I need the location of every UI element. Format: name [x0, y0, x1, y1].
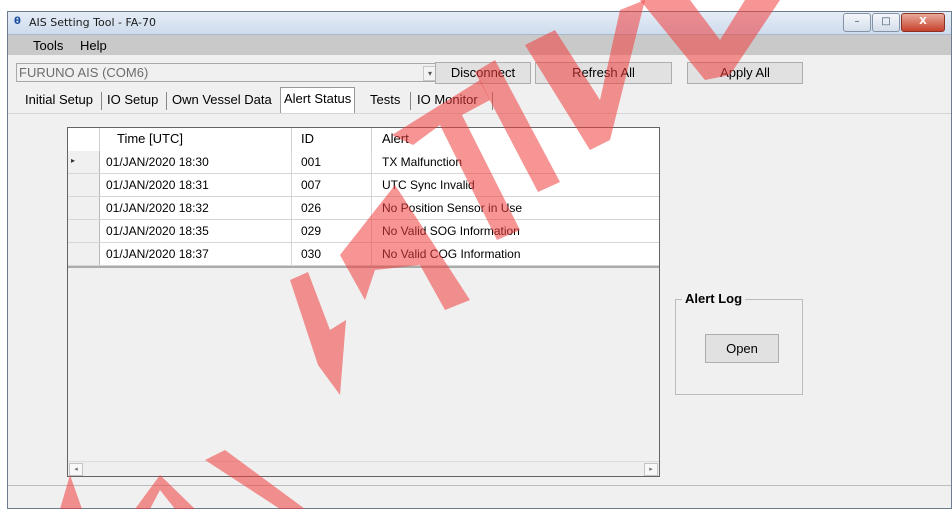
scroll-left-icon[interactable]: ◂: [69, 463, 83, 476]
menu-help[interactable]: Help: [80, 38, 107, 53]
table-row[interactable]: ▸ 01/JAN/2020 18:30 001 TX Malfunction: [68, 151, 659, 174]
disconnect-button[interactable]: Disconnect: [435, 62, 531, 84]
row-header[interactable]: [68, 243, 100, 265]
alert-log-group: Alert Log Open: [675, 291, 803, 395]
row-header[interactable]: [68, 174, 100, 196]
cell-alert: TX Malfunction: [382, 155, 463, 169]
menu-bar: Tools Help: [8, 35, 951, 55]
alert-log-label: Alert Log: [682, 291, 746, 306]
current-row-icon: ▸: [71, 156, 76, 165]
cell-time: 01/JAN/2020 18:32: [106, 201, 209, 215]
maximize-button[interactable]: □: [872, 13, 900, 32]
tab-initial-setup[interactable]: Initial Setup: [22, 89, 96, 113]
menu-tools[interactable]: Tools: [33, 38, 63, 53]
cell-alert: UTC Sync Invalid: [382, 178, 475, 192]
close-button[interactable]: X: [901, 13, 945, 32]
tab-io-monitor[interactable]: IO Monitor: [414, 89, 481, 113]
column-header-alert[interactable]: Alert: [382, 131, 409, 146]
cell-alert: No Valid COG Information: [382, 247, 521, 261]
toolbar: FURUNO AIS (COM6) ▾ Disconnect Refresh A…: [8, 60, 951, 86]
tab-tests[interactable]: Tests: [367, 89, 403, 113]
row-header[interactable]: [68, 220, 100, 242]
alert-table[interactable]: Time [UTC] ID Alert ▸ 01/JAN/2020 18:30 …: [67, 127, 660, 477]
window-title: AIS Setting Tool - FA-70: [29, 16, 157, 29]
tab-own-vessel-data[interactable]: Own Vessel Data: [169, 89, 275, 113]
cell-time: 01/JAN/2020 18:37: [106, 247, 209, 261]
table-row[interactable]: 01/JAN/2020 18:31 007 UTC Sync Invalid: [68, 174, 659, 197]
app-icon: θ: [14, 16, 21, 27]
column-header-id[interactable]: ID: [301, 131, 314, 146]
device-select-value: FURUNO AIS (COM6): [19, 65, 149, 80]
cell-id: 007: [301, 178, 322, 192]
row-header[interactable]: [68, 197, 100, 219]
cell-time: 01/JAN/2020 18:35: [106, 224, 209, 238]
table-header: Time [UTC] ID Alert: [68, 128, 659, 152]
cell-id: 026: [301, 201, 322, 215]
horizontal-scrollbar[interactable]: ◂ ▸: [68, 461, 659, 476]
cell-id: 001: [301, 155, 322, 169]
column-header-time[interactable]: Time [UTC]: [117, 131, 183, 146]
cell-time: 01/JAN/2020 18:30: [106, 155, 209, 169]
table-row[interactable]: 01/JAN/2020 18:32 026 No Position Sensor…: [68, 197, 659, 220]
table-empty-area: [68, 268, 659, 466]
refresh-all-button[interactable]: Refresh All: [535, 62, 672, 84]
cell-alert: No Valid SOG Information: [382, 224, 520, 238]
tab-io-setup[interactable]: IO Setup: [104, 89, 161, 113]
apply-all-button[interactable]: Apply All: [687, 62, 803, 84]
table-row[interactable]: 01/JAN/2020 18:35 029 No Valid SOG Infor…: [68, 220, 659, 243]
device-select[interactable]: FURUNO AIS (COM6) ▾: [16, 63, 440, 82]
alert-status-panel: Time [UTC] ID Alert ▸ 01/JAN/2020 18:30 …: [8, 113, 951, 484]
open-alert-log-button[interactable]: Open: [705, 334, 779, 363]
scroll-right-icon[interactable]: ▸: [644, 463, 658, 476]
cell-time: 01/JAN/2020 18:31: [106, 178, 209, 192]
table-row[interactable]: 01/JAN/2020 18:37 030 No Valid COG Infor…: [68, 243, 659, 266]
title-bar: θ AIS Setting Tool - FA-70 – □ X: [8, 12, 951, 35]
minimize-button[interactable]: –: [843, 13, 871, 32]
cell-id: 030: [301, 247, 322, 261]
row-header[interactable]: ▸: [68, 151, 100, 173]
cell-id: 029: [301, 224, 322, 238]
status-bar: [8, 485, 951, 508]
app-window: θ AIS Setting Tool - FA-70 – □ X Tools H…: [7, 11, 952, 509]
tab-alert-status[interactable]: Alert Status: [280, 87, 356, 113]
cell-alert: No Position Sensor in Use: [382, 201, 523, 215]
